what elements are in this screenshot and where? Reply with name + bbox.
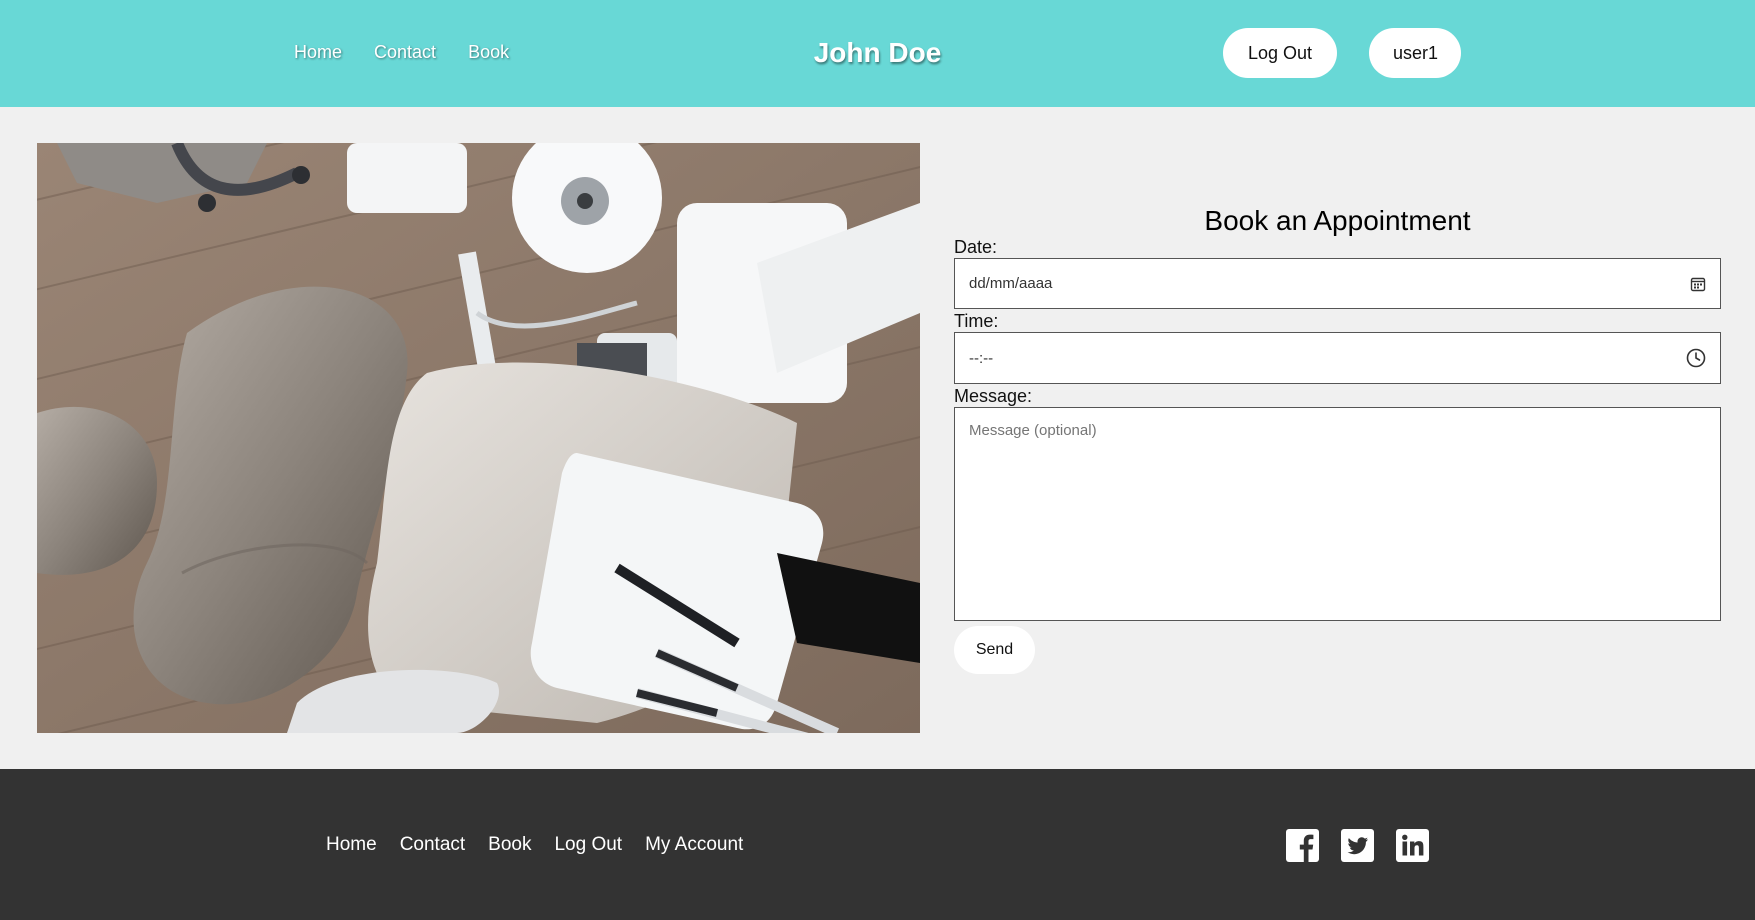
twitter-icon[interactable]: [1341, 829, 1374, 862]
facebook-icon[interactable]: [1286, 829, 1319, 862]
clock-icon[interactable]: [1686, 348, 1706, 368]
footer-link-my-account[interactable]: My Account: [645, 834, 743, 856]
footer-link-home[interactable]: Home: [326, 834, 377, 856]
nav-link-home[interactable]: Home: [294, 42, 342, 63]
date-field[interactable]: dd/mm/aaaa: [954, 258, 1721, 309]
logout-button[interactable]: Log Out: [1223, 28, 1337, 78]
footer-link-logout[interactable]: Log Out: [554, 834, 622, 856]
site-header: Home Contact Book John Doe Log Out user1: [0, 0, 1755, 107]
nav-link-contact[interactable]: Contact: [374, 42, 436, 63]
linkedin-icon[interactable]: [1396, 829, 1429, 862]
header-nav: Home Contact Book: [294, 42, 509, 63]
time-label: Time:: [954, 311, 999, 331]
site-brand: John Doe: [813, 37, 942, 68]
footer-link-contact[interactable]: Contact: [400, 834, 465, 856]
date-value: dd/mm/aaaa: [969, 275, 1053, 292]
form-title: Book an Appointment: [1204, 205, 1471, 236]
footer-link-book[interactable]: Book: [488, 834, 531, 856]
time-value: --:--: [969, 349, 994, 367]
message-label: Message:: [954, 386, 1033, 406]
nav-link-book[interactable]: Book: [468, 42, 509, 63]
send-button[interactable]: Send: [954, 626, 1035, 674]
user-account-button[interactable]: user1: [1369, 28, 1461, 78]
footer-nav: Home Contact Book Log Out My Account: [326, 834, 743, 856]
dental-office-photo: [37, 143, 920, 733]
site-footer: Home Contact Book Log Out My Account: [0, 769, 1755, 920]
calendar-icon[interactable]: [1690, 276, 1706, 292]
date-label: Date:: [954, 237, 998, 257]
social-links: [1286, 829, 1429, 862]
message-input[interactable]: [954, 407, 1721, 621]
time-field[interactable]: --:--: [954, 332, 1721, 384]
